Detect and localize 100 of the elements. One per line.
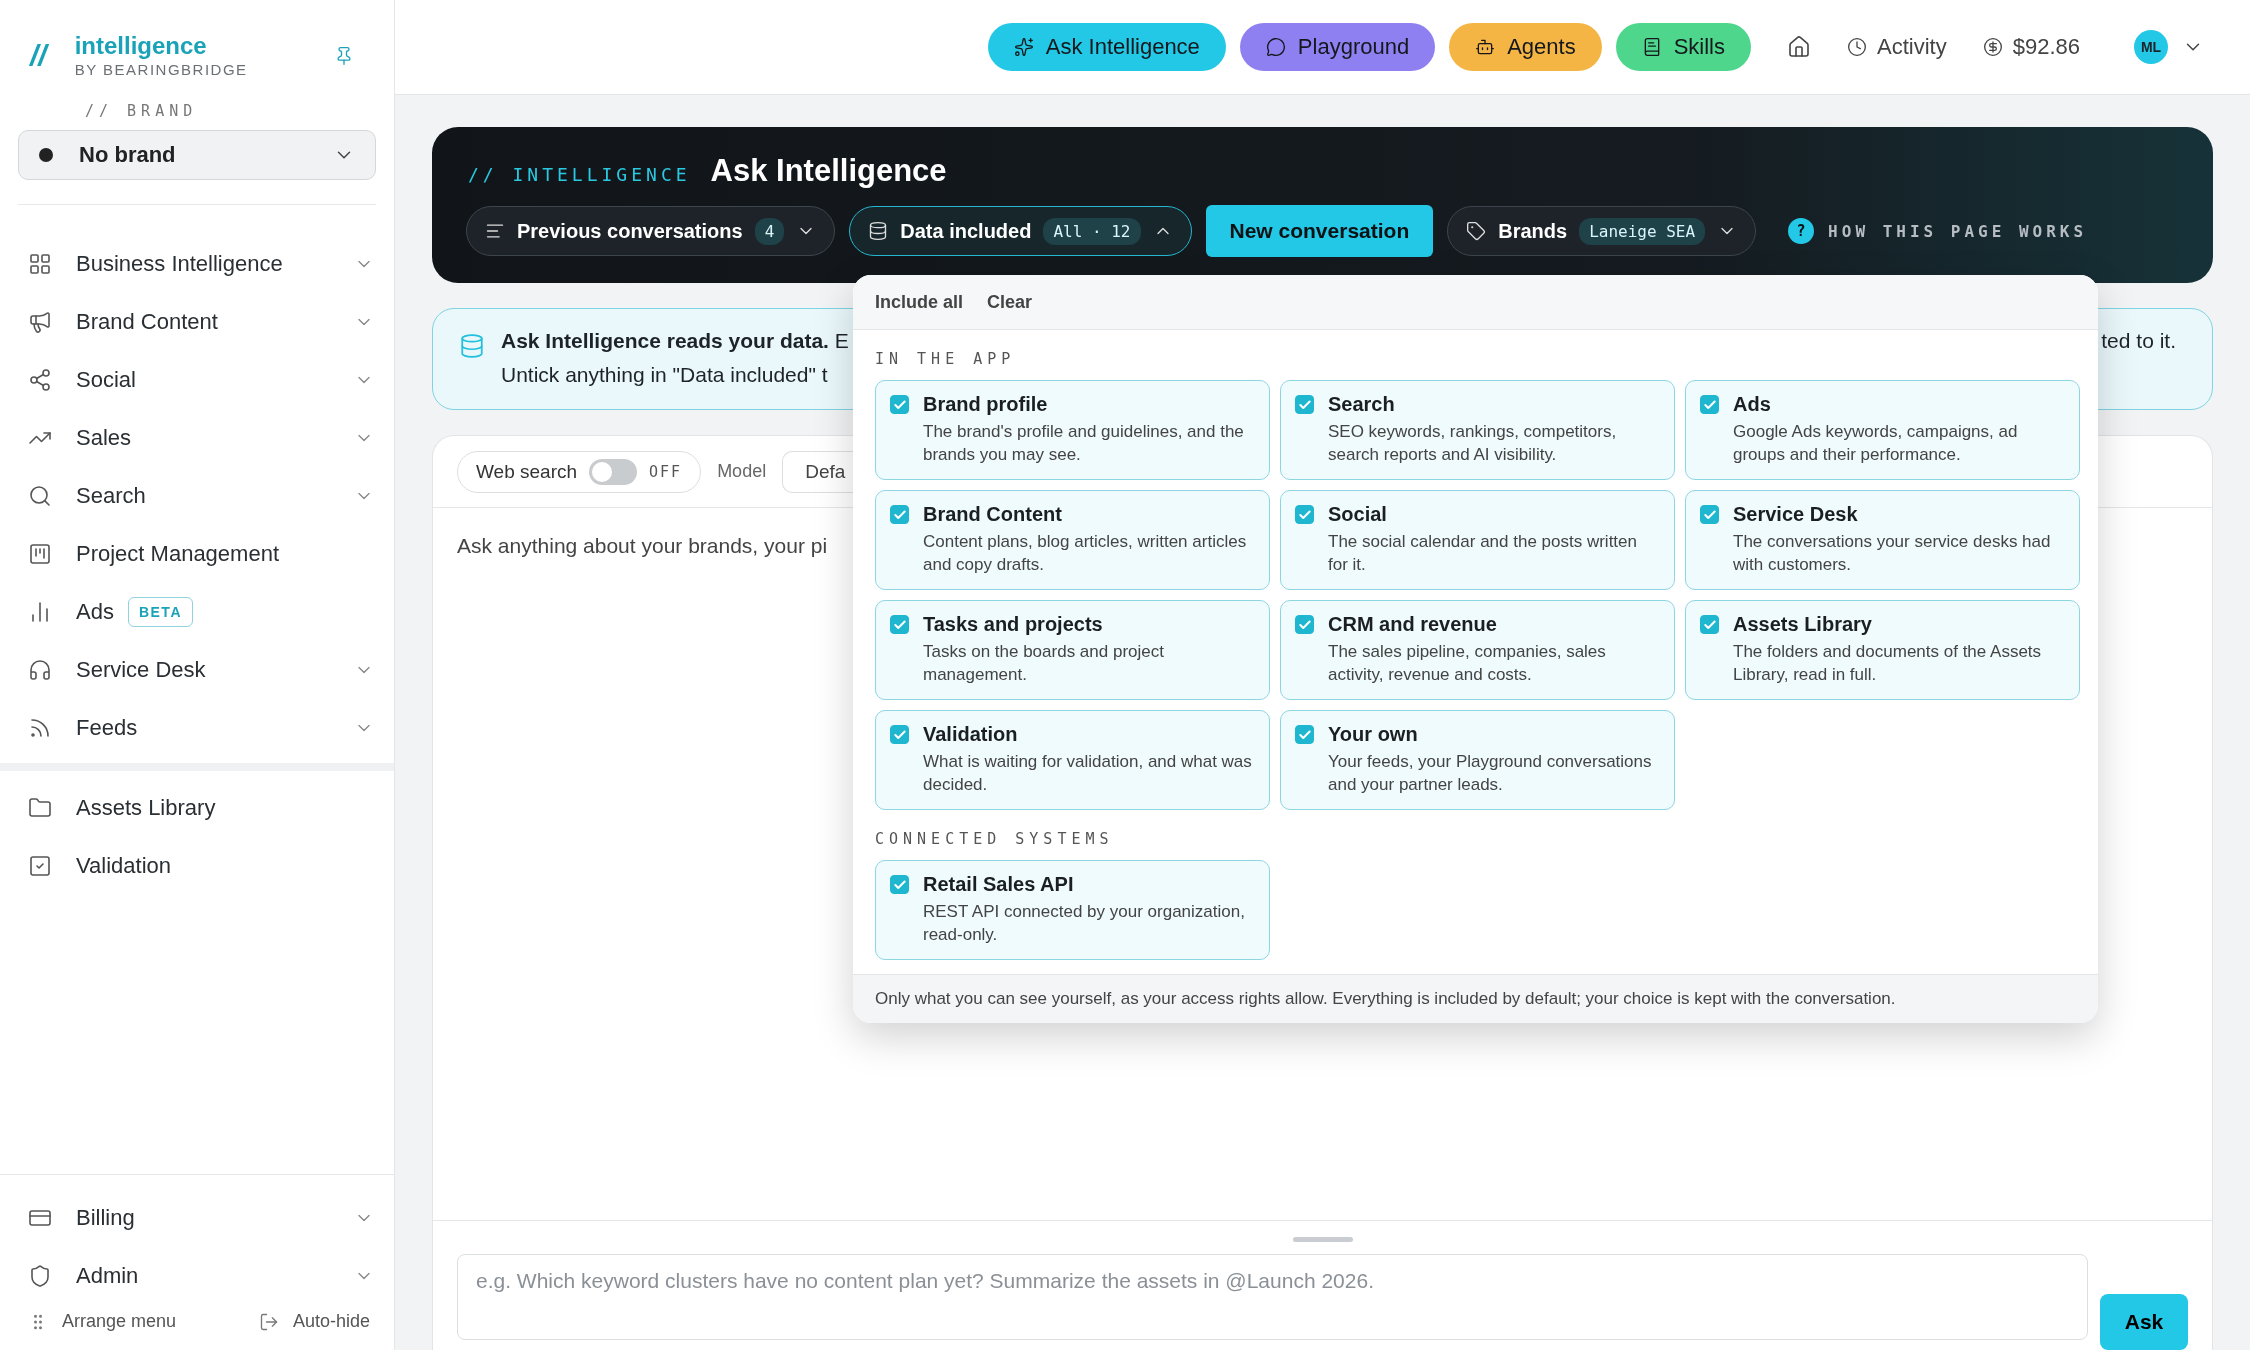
checkbox[interactable] (890, 725, 909, 744)
nav-item[interactable]: Sales (0, 409, 394, 467)
nav-item[interactable]: Service Desk (0, 641, 394, 699)
nav-item[interactable]: Brand Content (0, 293, 394, 351)
nav-pill[interactable]: Agents (1449, 23, 1602, 71)
checkbox[interactable] (890, 875, 909, 894)
data-source-option[interactable]: Your own Your feeds, your Playground conversations and your partner leads. (1280, 710, 1675, 810)
database-icon (868, 221, 889, 241)
nav-item[interactable]: Admin (0, 1247, 394, 1305)
nav-pill[interactable]: Skills (1615, 23, 1751, 71)
check-icon (1297, 507, 1312, 522)
banner-text: Ask Intelligence reads your data. E (501, 329, 849, 353)
value-badge: Laneige SEA (1579, 217, 1706, 245)
model-label: Model (717, 461, 767, 482)
resize-handle[interactable] (1292, 1237, 1353, 1242)
checkbox[interactable] (1295, 615, 1314, 634)
data-source-option[interactable]: Retail Sales API REST API connected by your organization, read-only. (875, 860, 1270, 960)
beta-badge: BETA (127, 597, 193, 627)
data-included-button[interactable]: Data included All · 12 (849, 206, 1192, 256)
nav-item[interactable]: Business Intelligence (0, 235, 394, 293)
logo-name: intelligence (74, 34, 208, 58)
help-link[interactable]: ? HOW THIS PAGE WORKS (1788, 218, 2088, 244)
option-title: Assets Library (1733, 613, 1873, 636)
checkbox[interactable] (1700, 615, 1719, 634)
data-source-option[interactable]: Service Desk The conversations your service desks had with customers. (1685, 490, 2080, 590)
data-source-option[interactable]: Tasks and projects Tasks on the boards and project management. (875, 600, 1270, 700)
count-badge: 4 (754, 217, 785, 245)
activity-link[interactable]: Activity (1847, 34, 1947, 60)
page-title: Ask Intelligence (710, 153, 947, 189)
nav-item[interactable]: Assets Library (0, 779, 394, 837)
option-description: Tasks on the boards and project management. (923, 641, 1165, 686)
nav-item[interactable]: Validation (0, 837, 394, 895)
data-source-option[interactable]: Assets Library The folders and documents of the Assets Library, read in full. (1685, 600, 2080, 700)
check-icon (892, 877, 907, 892)
option-description: REST API connected by your organization, read-only. (923, 901, 1246, 946)
checkbox[interactable] (1700, 395, 1719, 414)
data-source-option[interactable]: Validation What is waiting for validation, and what was decided. (875, 710, 1270, 810)
checkbox[interactable] (1295, 725, 1314, 744)
option-title: Ads (1733, 393, 1772, 416)
checkbox[interactable] (890, 505, 909, 524)
clock-icon (1847, 37, 1867, 57)
data-source-option[interactable]: Ads Google Ads keywords, campaigns, ad groups and their performance. (1685, 380, 2080, 480)
checkbox[interactable] (1700, 505, 1719, 524)
nav-item[interactable]: Project Management (0, 525, 394, 583)
nav-pill[interactable]: Playground (1239, 23, 1436, 71)
data-source-option[interactable]: Search SEO keywords, rankings, competitors, search reports and AI visibility. (1280, 380, 1675, 480)
check-icon (1702, 397, 1717, 412)
data-source-option[interactable]: CRM and revenue The sales pipeline, companies, sales activity, revenue and costs. (1280, 600, 1675, 700)
nav-pill[interactable]: Ask Intelligence (987, 23, 1226, 71)
nav-item[interactable]: Social (0, 351, 394, 409)
eyebrow: // INTELLIGENCE (468, 164, 691, 185)
menu-action[interactable]: Clear (987, 291, 1033, 313)
check-icon (892, 397, 907, 412)
balance[interactable]: $92.86 (1982, 34, 2080, 60)
data-source-option[interactable]: Brand Content Content plans, blog articles, written articles and copy drafts. (875, 490, 1270, 590)
checkbox[interactable] (1295, 395, 1314, 414)
nav-item[interactable]: Ads BETA (0, 583, 394, 641)
home-icon (1787, 35, 1811, 59)
option-title: Brand Content (923, 503, 1063, 526)
check-icon (892, 617, 907, 632)
brand-dot-icon (39, 148, 53, 162)
brands-button[interactable]: Brands Laneige SEA (1447, 206, 1757, 256)
checkbox-icon (28, 854, 52, 878)
exit-icon (258, 1311, 279, 1332)
checkbox[interactable] (1295, 505, 1314, 524)
check-icon (1702, 507, 1717, 522)
nav-item[interactable]: Feeds (0, 699, 394, 757)
option-title: Validation (923, 723, 1019, 746)
megaphone-icon (28, 310, 52, 334)
brand-select[interactable]: No brand (18, 130, 376, 180)
checkbox[interactable] (890, 395, 909, 414)
nav-item[interactable]: Search (0, 467, 394, 525)
check-icon (892, 727, 907, 742)
ask-button[interactable]: Ask (2100, 1294, 2188, 1350)
option-title: Service Desk (1733, 503, 1859, 526)
switch[interactable] (589, 458, 638, 485)
shield-icon (28, 1264, 52, 1288)
logo-mark: // (30, 39, 47, 73)
check-icon (1297, 397, 1312, 412)
option-description: Google Ads keywords, campaigns, ad groups and their performance. (1733, 421, 2019, 466)
chat-icon (1265, 37, 1286, 57)
option-title: Social (1328, 503, 1388, 526)
option-title: Tasks and projects (923, 613, 1104, 636)
data-source-option[interactable]: Brand profile The brand's profile and guidelines, and the brands you may see. (875, 380, 1270, 480)
data-source-option[interactable]: Social The social calendar and the posts written for it. (1280, 490, 1675, 590)
previous-conversations-button[interactable]: Previous conversations 4 (466, 206, 836, 256)
avatar[interactable]: ML (2134, 30, 2168, 64)
menu-action[interactable]: Include all (875, 291, 964, 313)
option-description: What is waiting for validation, and what was decided. (923, 751, 1253, 796)
checkbox[interactable] (890, 615, 909, 634)
nav-item[interactable]: Billing (0, 1189, 394, 1247)
auto-hide-button[interactable]: Auto-hide (258, 1311, 370, 1332)
option-title: Your own (1328, 723, 1419, 746)
new-conversation-button[interactable]: New conversation (1205, 205, 1434, 257)
tag-icon (1466, 221, 1487, 241)
check-icon (1702, 617, 1717, 632)
help-icon: ? (1788, 218, 1815, 244)
question-field[interactable]: e.g. Which keyword clusters have no content plan yet? Summarize the assets in @Launch 2026. (457, 1254, 2088, 1340)
grid-icon (28, 252, 52, 276)
arrange-menu-button[interactable]: Arrange menu (28, 1311, 177, 1332)
